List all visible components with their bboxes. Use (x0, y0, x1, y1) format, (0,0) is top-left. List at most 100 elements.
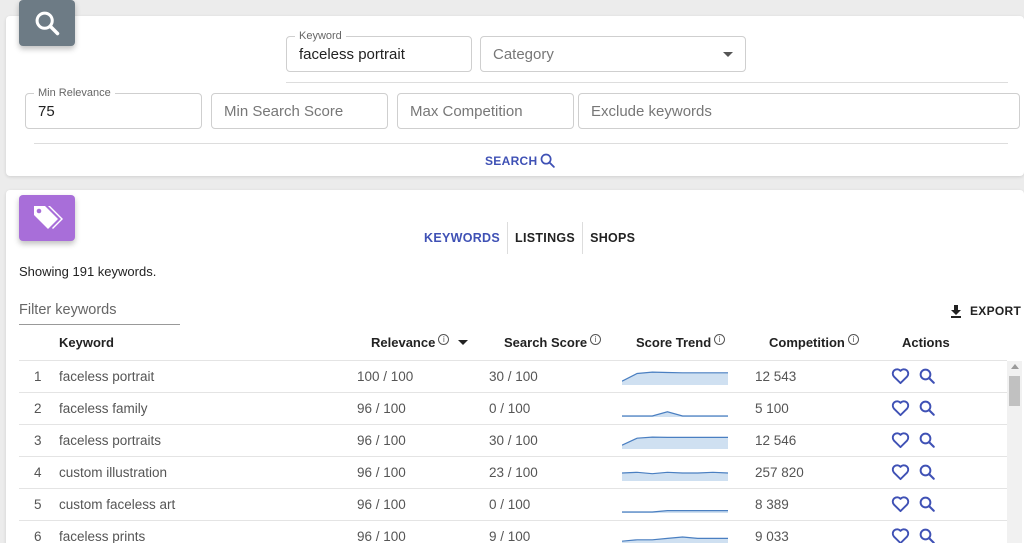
row-keyword: custom faceless art (59, 497, 176, 512)
row-search-score: 0 / 100 (489, 497, 531, 512)
row-score-trend (622, 399, 728, 420)
heart-icon[interactable] (891, 495, 910, 516)
heart-icon[interactable] (891, 463, 910, 484)
heart-icon[interactable] (891, 527, 910, 543)
row-number: 2 (34, 401, 42, 416)
row-number: 4 (34, 465, 42, 480)
tab-keywords[interactable]: KEYWORDS (417, 222, 509, 254)
min-relevance-value: 75 (38, 103, 55, 120)
scroll-up-arrow-icon[interactable] (1011, 364, 1019, 369)
heart-icon[interactable] (891, 399, 910, 420)
trend-sparkline (621, 436, 728, 449)
row-competition: 8 389 (755, 497, 789, 512)
search-icon[interactable] (918, 463, 936, 484)
divider (286, 82, 1008, 83)
column-header-relevance[interactable]: Relevance i (371, 334, 469, 350)
sort-descending-icon (458, 340, 469, 345)
trend-area (622, 437, 728, 449)
row-keyword: faceless portrait (59, 369, 155, 384)
info-icon[interactable]: i (714, 334, 726, 345)
table-row: 3 faceless portraits 96 / 100 30 / 100 1… (19, 425, 1007, 457)
row-number: 3 (34, 433, 42, 448)
tags-badge (19, 195, 75, 241)
category-select[interactable]: Category (480, 36, 746, 72)
min-relevance-field[interactable]: Min Relevance 75 (25, 87, 202, 129)
row-keyword: faceless family (59, 401, 148, 416)
heart-icon[interactable] (891, 431, 910, 452)
min-search-score-field[interactable]: Min Search Score (211, 93, 388, 129)
row-search-score: 23 / 100 (489, 465, 538, 480)
chevron-down-icon (723, 52, 733, 57)
table-row: 4 custom illustration 96 / 100 23 / 100 … (19, 457, 1007, 489)
row-number: 6 (34, 529, 42, 543)
row-actions (891, 431, 936, 452)
row-competition: 257 820 (755, 465, 804, 480)
filter-keywords-placeholder: Filter keywords (19, 302, 117, 318)
row-keyword: faceless prints (59, 529, 146, 543)
divider (34, 143, 1008, 144)
row-actions (891, 399, 936, 420)
trend-sparkline (621, 536, 728, 543)
keyword-field[interactable]: Keyword faceless portrait (286, 30, 472, 72)
category-select-placeholder: Category (493, 46, 554, 63)
column-header-keyword[interactable]: Keyword (59, 335, 114, 350)
row-actions (891, 527, 936, 543)
column-header-competition[interactable]: Competition i (769, 334, 859, 350)
search-icon[interactable] (918, 367, 936, 388)
row-relevance: 96 / 100 (357, 497, 406, 512)
row-relevance: 96 / 100 (357, 433, 406, 448)
row-actions (891, 367, 936, 388)
row-competition: 12 543 (755, 369, 797, 384)
row-actions (891, 495, 936, 516)
keyword-field-label: Keyword (295, 30, 346, 42)
heart-icon[interactable] (891, 367, 910, 388)
column-header-search-score[interactable]: Search Score i (504, 334, 602, 350)
search-icon[interactable] (918, 495, 936, 516)
max-competition-field[interactable]: Max Competition (397, 93, 574, 129)
trend-sparkline (621, 471, 729, 481)
download-icon (951, 304, 961, 318)
scrollbar-thumb[interactable] (1009, 376, 1020, 406)
row-keyword: faceless portraits (59, 433, 162, 448)
tags-icon (34, 206, 63, 229)
search-icon[interactable] (918, 431, 936, 452)
table-row: 5 custom faceless art 96 / 100 0 / 100 8… (19, 489, 1007, 521)
column-header-relevance-label: Relevance (371, 335, 436, 350)
row-score-trend (621, 527, 728, 543)
table-row: 2 faceless family 96 / 100 0 / 100 5 100 (19, 393, 1007, 425)
column-header-score-trend[interactable]: Score Trend i (636, 334, 726, 350)
column-header-actions-label: Actions (902, 335, 950, 350)
search-icon[interactable] (918, 527, 936, 543)
export-button[interactable]: EXPORT (950, 304, 1021, 318)
table-row: 6 faceless prints 96 / 100 9 / 100 9 033 (19, 521, 1007, 543)
info-icon[interactable]: i (438, 334, 450, 345)
search-button-label: SEARCH (485, 153, 538, 168)
row-score-trend (621, 431, 728, 452)
row-search-score: 0 / 100 (489, 401, 531, 416)
results-tabs: KEYWORDS LISTINGS SHOPS (417, 222, 642, 254)
min-relevance-label: Min Relevance (34, 87, 115, 99)
row-number: 1 (34, 369, 42, 384)
row-actions (891, 463, 936, 484)
results-count: Showing 191 keywords. (19, 264, 157, 279)
info-icon[interactable]: i (590, 334, 602, 345)
row-keyword: custom illustration (59, 465, 168, 480)
search-button[interactable]: SEARCH (485, 152, 556, 169)
search-icon[interactable] (918, 399, 936, 420)
row-relevance: 96 / 100 (357, 401, 406, 416)
trend-area (622, 472, 728, 481)
row-score-trend (622, 495, 728, 516)
row-score-trend (621, 463, 729, 484)
info-icon[interactable]: i (847, 334, 859, 345)
row-competition: 5 100 (755, 401, 789, 416)
row-competition: 12 546 (755, 433, 797, 448)
trend-sparkline (622, 510, 728, 513)
filter-keywords-input[interactable]: Filter keywords (19, 302, 180, 325)
min-search-score-placeholder: Min Search Score (224, 103, 344, 120)
table-row: 1 faceless portrait 100 / 100 30 / 100 1… (19, 361, 1007, 393)
exclude-keywords-field[interactable]: Exclude keywords (578, 93, 1020, 129)
row-search-score: 30 / 100 (489, 433, 538, 448)
tab-listings[interactable]: LISTINGS (508, 222, 584, 254)
search-badge (19, 0, 75, 46)
tab-shops[interactable]: SHOPS (583, 222, 642, 254)
